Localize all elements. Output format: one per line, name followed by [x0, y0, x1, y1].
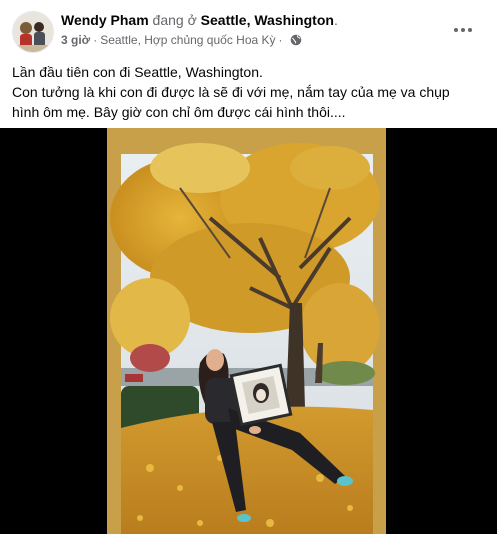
caption-line: Lần đầu tiên con đi Seattle, Washington. [12, 64, 263, 80]
check-in-location[interactable]: Seattle, Washington [201, 12, 334, 28]
author-avatar[interactable] [12, 11, 54, 53]
location-period: . [333, 12, 338, 28]
place-detail[interactable]: Seattle, Hợp chủng quốc Hoa Kỳ [100, 33, 275, 47]
post-header: Wendy Pham đang ở Seattle, Washington. 3… [0, 0, 497, 60]
globe-icon[interactable] [290, 34, 302, 46]
post-timestamp[interactable]: 3 giờ [61, 33, 90, 47]
post-meta: 3 giờ · Seattle, Hợp chủng quốc Hoa Kỳ · [61, 33, 302, 47]
meta-separator: · [93, 33, 98, 47]
author-name[interactable]: Wendy Pham [61, 12, 149, 28]
more-options-icon[interactable] [447, 16, 479, 44]
facebook-post: Wendy Pham đang ở Seattle, Washington. 3… [0, 0, 497, 534]
author-line: Wendy Pham đang ở Seattle, Washington. [61, 12, 338, 28]
meta-separator-2: · [278, 33, 283, 47]
video-frame-image [107, 128, 386, 534]
caption-line: Con tưởng là khi con đi được là sẽ đi vớ… [12, 84, 450, 100]
caption-line: hình ôm mẹ. Bây giờ con chỉ ôm được cái … [12, 104, 346, 120]
check-in-verb: đang ở [152, 12, 197, 28]
post-caption: Lần đầu tiên con đi Seattle, Washington.… [12, 62, 492, 122]
post-video[interactable] [0, 128, 497, 534]
avatar-image [13, 12, 53, 52]
